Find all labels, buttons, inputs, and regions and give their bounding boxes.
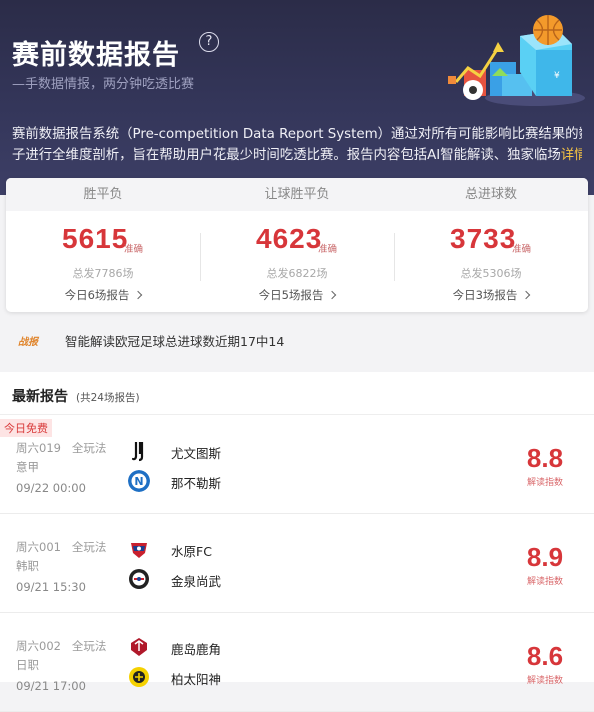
- news-text: 智能解读欧冠足球总进球数近期17中14: [65, 334, 285, 349]
- accuracy-label: 准确: [318, 244, 338, 255]
- play-type: 全玩法: [71, 540, 107, 554]
- team-name: 水原FC: [171, 544, 212, 559]
- interpretation-score: 8.9 解读指数: [520, 542, 570, 587]
- page-title: 赛前数据报告: [12, 40, 180, 71]
- kashiwa-reysol-logo-icon: [129, 667, 149, 687]
- team-name: 金泉尚武: [171, 574, 222, 589]
- team-name: 尤文图斯: [171, 446, 222, 461]
- match-row[interactable]: 周六001 全玩法 韩职 09/21 15:30 水原FC 金泉尚武 8.9 解…: [0, 514, 594, 613]
- today-reports-link[interactable]: 今日6场报告: [6, 287, 200, 303]
- question-icon[interactable]: ?: [199, 32, 219, 52]
- match-code: 周六019: [16, 441, 61, 455]
- match-meta: 周六002 全玩法 日职 09/21 17:00: [16, 637, 106, 696]
- play-type: 全玩法: [71, 639, 107, 653]
- page-subtitle: —手数据情报，两分钟吃透比赛: [12, 77, 195, 92]
- match-time: 09/21 15:30: [16, 580, 86, 594]
- match-code: 周六002: [16, 639, 61, 653]
- match-row[interactable]: 周六002 全玩法 日职 09/21 17:00 鹿岛鹿角 柏太阳神 8.6 解…: [0, 613, 594, 712]
- team-name: 那不勒斯: [171, 476, 222, 491]
- report-count: (共24场报告): [76, 392, 140, 404]
- svg-text:N: N: [134, 475, 143, 488]
- accuracy-label: 准确: [512, 244, 532, 255]
- league-name: 日职: [16, 658, 39, 672]
- score-value: 8.8: [526, 443, 564, 473]
- stats-tabs: 胜平负 让球胜平负 总进球数: [6, 178, 588, 211]
- description-line: 子进行全维度剖析，旨在帮助用户花最少时间吃透比赛。报告内容包括AI智能解读、独家…: [12, 148, 561, 163]
- play-type: 全玩法: [71, 441, 107, 455]
- league-name: 韩职: [16, 559, 39, 573]
- stat-column-total-goals: 3733 准确 总发5306场 今日3场报告: [394, 211, 588, 312]
- data-illustration-icon: ¥: [448, 15, 585, 106]
- suwon-fc-logo-icon: [131, 543, 147, 558]
- today-reports-label: 今日5场报告: [258, 288, 324, 302]
- report-list-header: 最新报告 (共24场报告): [0, 372, 594, 415]
- match-time: 09/22 00:00: [16, 481, 86, 495]
- tab-win-draw-loss[interactable]: 胜平负: [6, 178, 200, 211]
- news-badge: 战报: [18, 337, 38, 348]
- team-name: 鹿岛鹿角: [171, 642, 222, 657]
- today-reports-link[interactable]: 今日5场报告: [200, 287, 394, 303]
- chevron-right-icon: [134, 290, 143, 300]
- today-reports-link[interactable]: 今日3场报告: [394, 287, 588, 303]
- report-description: 赛前数据报告系统（Pre-competition Data Report Sys…: [12, 124, 582, 166]
- accuracy-count: 5615: [62, 223, 129, 254]
- today-reports-label: 今日6场报告: [64, 288, 130, 302]
- score-value: 8.9: [526, 542, 564, 572]
- accuracy-stats-card: 胜平负 让球胜平负 总进球数 5615 准确 总发7786场 今日6场报告 46…: [6, 178, 588, 312]
- total-reports: 总发5306场: [460, 267, 522, 280]
- stat-column-handicap: 4623 准确 总发6822场 今日5场报告: [200, 211, 394, 312]
- match-meta: 周六019 全玩法 意甲 09/22 00:00: [16, 439, 106, 498]
- interpretation-score: 8.6 解读指数: [520, 641, 570, 686]
- section-title: 最新报告: [12, 389, 68, 405]
- match-row[interactable]: 今日免费 周六019 全玩法 意甲 09/22 00:00 尤文图斯 N 那不勒…: [0, 415, 594, 514]
- free-today-badge: 今日免费: [0, 419, 52, 437]
- league-name: 意甲: [16, 460, 39, 474]
- team-name: 柏太阳神: [171, 672, 222, 687]
- news-ticker[interactable]: 战报 智能解读欧冠足球总进球数近期17中14: [0, 320, 594, 360]
- stat-column-win-draw-loss: 5615 准确 总发7786场 今日6场报告: [6, 211, 200, 312]
- tab-total-goals[interactable]: 总进球数: [394, 178, 588, 211]
- accuracy-label: 准确: [124, 244, 144, 255]
- today-reports-label: 今日3场报告: [452, 288, 518, 302]
- interpretation-score: 8.8 解读指数: [520, 443, 570, 488]
- description-line: 赛前数据报告系统（Pre-competition Data Report Sys…: [12, 127, 582, 142]
- chevron-right-icon: [328, 290, 337, 300]
- report-header: 赛前数据报告 ? —手数据情报，两分钟吃透比赛 ¥ 赛前数据报告系统（Pre-c…: [0, 0, 594, 195]
- details-link[interactable]: 详情>: [561, 148, 582, 163]
- score-label: 解读指数: [526, 676, 563, 686]
- accuracy-count: 3733: [450, 223, 517, 254]
- chevron-right-icon: [522, 290, 531, 300]
- match-meta: 周六001 全玩法 韩职 09/21 15:30: [16, 538, 106, 597]
- svg-text:¥: ¥: [554, 71, 560, 81]
- match-code: 周六001: [16, 540, 61, 554]
- score-label: 解读指数: [526, 577, 563, 587]
- report-list: 最新报告 (共24场报告) 今日免费 周六019 全玩法 意甲 09/22 00…: [0, 372, 594, 712]
- total-reports: 总发7786场: [72, 267, 134, 280]
- kashima-antlers-logo-icon: [131, 638, 147, 656]
- match-time: 09/21 17:00: [16, 679, 86, 693]
- accuracy-count: 4623: [256, 223, 323, 254]
- napoli-logo-icon: N: [128, 470, 150, 492]
- tab-handicap[interactable]: 让球胜平负: [200, 178, 394, 211]
- total-reports: 总发6822场: [266, 267, 328, 280]
- score-value: 8.6: [526, 641, 564, 671]
- score-label: 解读指数: [526, 478, 563, 488]
- juventus-logo-icon: [128, 440, 150, 462]
- gimcheon-sangmu-logo-icon: [129, 569, 149, 589]
